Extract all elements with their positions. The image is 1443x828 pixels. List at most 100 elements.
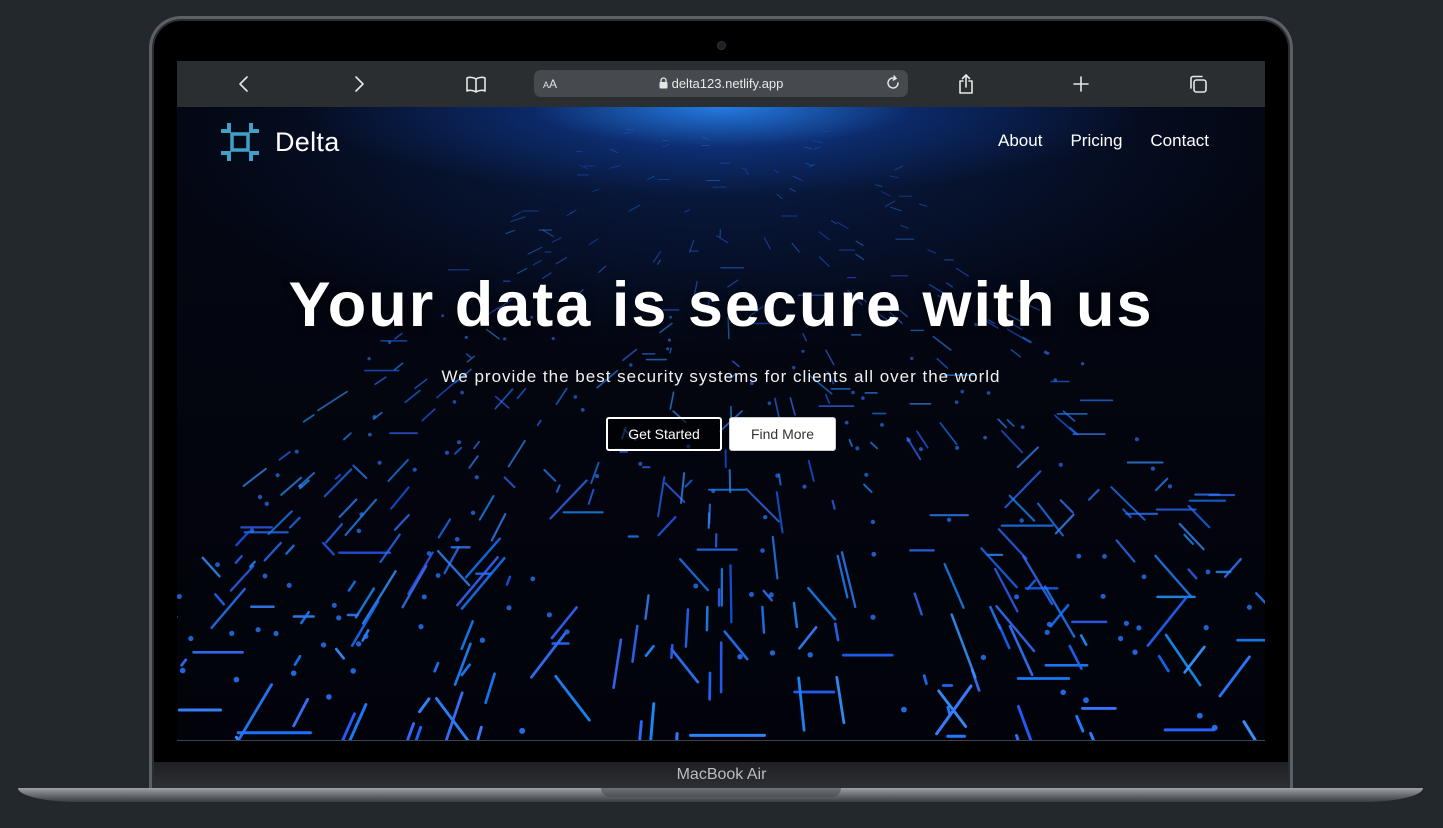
circuit-node bbox=[356, 641, 362, 647]
circuit-trace bbox=[792, 175, 804, 182]
circuit-node bbox=[273, 630, 279, 637]
circuit-trace bbox=[913, 592, 923, 616]
circuit-trace bbox=[855, 253, 865, 261]
circuit-trace bbox=[797, 676, 806, 732]
circuit-trace bbox=[729, 564, 733, 624]
circuit-trace bbox=[824, 393, 831, 405]
circuit-trace bbox=[505, 229, 516, 235]
circuit-trace bbox=[807, 459, 815, 482]
circuit-node bbox=[363, 633, 369, 640]
circuit-trace bbox=[235, 530, 250, 547]
book-icon bbox=[466, 76, 486, 93]
circuit-node bbox=[1058, 462, 1063, 467]
circuit-node bbox=[1141, 574, 1147, 580]
circuit-trace bbox=[773, 169, 780, 174]
circuit-trace bbox=[242, 467, 267, 487]
circuit-node bbox=[919, 447, 923, 452]
circuit-trace bbox=[916, 430, 929, 449]
circuit-trace bbox=[414, 725, 423, 741]
circuit-trace bbox=[529, 632, 567, 679]
circuit-node bbox=[1080, 362, 1085, 366]
forward-button[interactable] bbox=[339, 61, 379, 107]
circuit-node bbox=[1076, 553, 1082, 559]
plus-icon bbox=[1073, 76, 1089, 92]
circuit-trace bbox=[684, 608, 690, 648]
camera-icon bbox=[717, 41, 726, 50]
circuit-node bbox=[580, 408, 585, 412]
circuit-trace bbox=[644, 644, 655, 658]
address-bar[interactable]: AA delta123.netlify.app bbox=[534, 70, 908, 97]
circuit-trace bbox=[387, 459, 409, 482]
circuit-trace bbox=[590, 461, 600, 485]
circuit-trace bbox=[836, 554, 849, 599]
share-button[interactable] bbox=[946, 61, 986, 107]
circuit-trace bbox=[657, 476, 666, 518]
circuit-trace bbox=[863, 483, 873, 493]
circuit-trace bbox=[647, 175, 655, 181]
circuit-trace bbox=[421, 408, 436, 422]
circuit-node bbox=[737, 654, 743, 660]
circuit-node bbox=[412, 467, 417, 472]
back-button[interactable] bbox=[224, 61, 264, 107]
circuit-trace bbox=[588, 238, 599, 246]
circuit-node bbox=[864, 472, 869, 477]
circuit-trace bbox=[541, 229, 554, 237]
circuit-node bbox=[229, 630, 235, 637]
circuit-node bbox=[638, 461, 643, 466]
circuit-trace bbox=[723, 630, 749, 661]
circuit-node bbox=[711, 488, 716, 494]
circuit-node bbox=[290, 670, 297, 676]
circuit-trace bbox=[1223, 558, 1242, 578]
circuit-node bbox=[356, 528, 362, 534]
circuit-node bbox=[1196, 712, 1203, 719]
tabs-icon bbox=[1190, 75, 1207, 93]
nav-link-contact[interactable]: Contact bbox=[1150, 131, 1209, 151]
new-tab-button[interactable] bbox=[1061, 61, 1101, 107]
circuit-trace bbox=[927, 249, 937, 254]
circuit-node bbox=[768, 592, 774, 598]
circuit-trace bbox=[997, 418, 1008, 429]
circuit-node bbox=[421, 594, 427, 600]
nav-link-pricing[interactable]: Pricing bbox=[1070, 131, 1122, 151]
circuit-trace bbox=[609, 165, 621, 169]
circuit-node bbox=[693, 583, 699, 589]
screen: AA delta123.netlify.app Delta About Pric… bbox=[177, 61, 1265, 741]
circuit-trace bbox=[807, 587, 837, 621]
circuit-trace bbox=[631, 624, 639, 663]
circuit-trace bbox=[1075, 714, 1085, 733]
circuit-node bbox=[946, 517, 952, 522]
circuit-node bbox=[983, 435, 987, 440]
reload-icon[interactable] bbox=[884, 74, 902, 92]
get-started-button[interactable]: Get Started bbox=[606, 417, 722, 451]
circuit-node bbox=[249, 528, 255, 533]
brand-logo-link[interactable]: Delta bbox=[219, 121, 340, 163]
circuit-node bbox=[454, 537, 460, 542]
circuit-trace bbox=[201, 556, 221, 578]
circuit-trace bbox=[551, 237, 562, 243]
circuit-trace bbox=[943, 562, 965, 609]
circuit-trace bbox=[657, 516, 677, 537]
circuit-node bbox=[760, 548, 765, 553]
circuit-trace bbox=[702, 136, 709, 140]
nav-link-about[interactable]: About bbox=[998, 131, 1042, 151]
circuit-node bbox=[418, 624, 424, 630]
circuit-trace bbox=[325, 523, 343, 544]
find-more-button[interactable]: Find More bbox=[729, 417, 836, 451]
circuit-node bbox=[426, 551, 432, 556]
circuit-trace bbox=[1187, 568, 1198, 580]
circuit-node bbox=[802, 484, 807, 489]
circuit-trace bbox=[347, 580, 357, 592]
circuit-trace bbox=[1242, 720, 1257, 741]
tabs-button[interactable] bbox=[1178, 61, 1218, 107]
circuit-trace bbox=[638, 720, 643, 741]
circuit-node bbox=[870, 519, 876, 525]
circuit-trace bbox=[334, 647, 346, 660]
circuit-trace bbox=[1218, 655, 1251, 698]
circuit-node bbox=[1014, 594, 1020, 600]
page-divider bbox=[177, 740, 1265, 741]
circuit-trace bbox=[214, 593, 225, 606]
circuit-node bbox=[368, 432, 372, 437]
bookmarks-button[interactable] bbox=[456, 61, 496, 107]
circuit-node bbox=[177, 594, 182, 599]
circuit-node bbox=[519, 727, 526, 734]
